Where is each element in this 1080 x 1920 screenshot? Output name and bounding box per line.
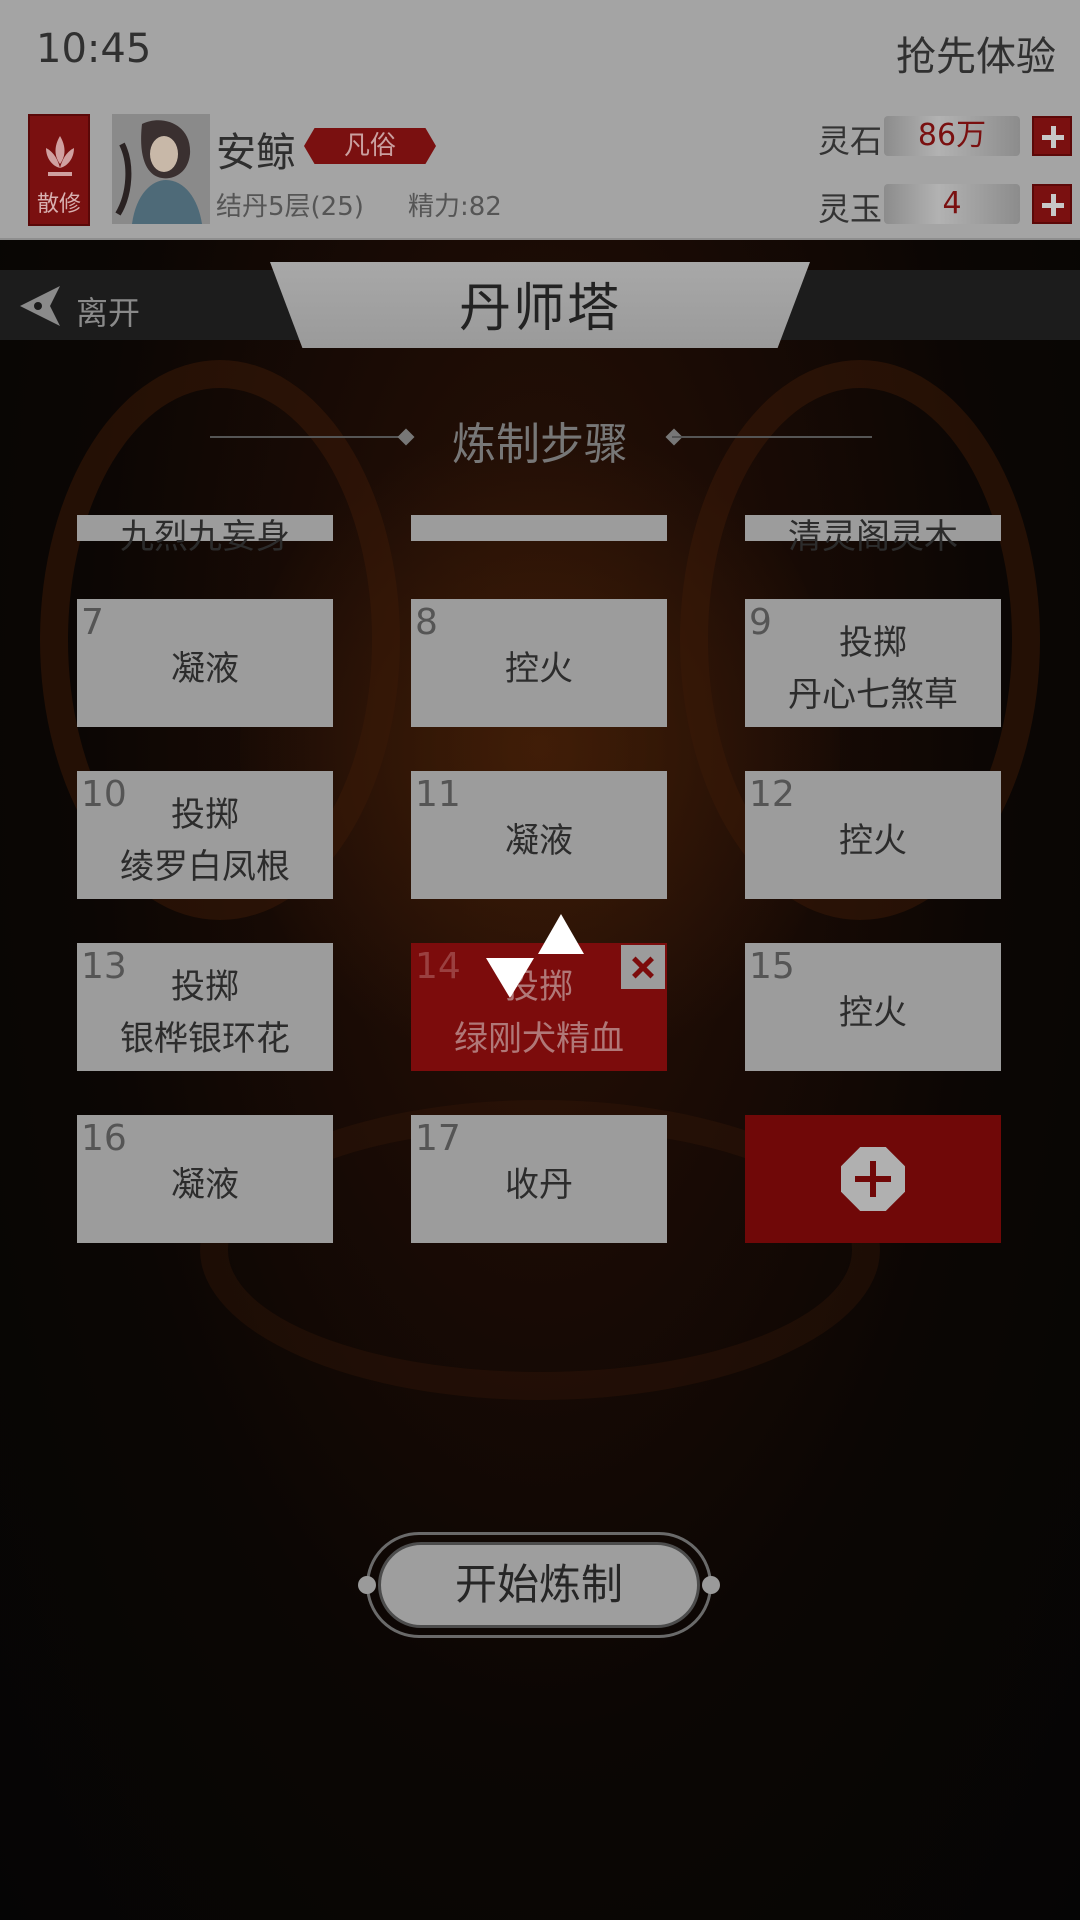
player-name: 安鲸 (216, 130, 296, 176)
step-card[interactable]: 9 投掷 丹心七煞草 (745, 599, 1001, 727)
plus-icon (841, 1147, 905, 1211)
step-action: 投掷 (171, 967, 239, 1007)
frame-knob (358, 1576, 376, 1594)
step-card[interactable]: 13 投掷 银桦银环花 (77, 943, 333, 1071)
step-card[interactable]: 11 凝液 (411, 771, 667, 899)
move-down-arrow-icon[interactable] (484, 956, 536, 1000)
alchemy-screen: 10:45 抢先体验 散修 安鲸 凡俗 结丹5层(25) 精力:82 灵石 86… (0, 0, 1080, 1920)
step-number: 15 (749, 946, 795, 987)
step-action: 凝液 (171, 649, 239, 689)
step-action: 控火 (839, 993, 907, 1033)
step-card[interactable]: 7 凝液 (77, 599, 333, 727)
step-card[interactable] (411, 515, 667, 541)
add-spirit-stone-button[interactable] (1032, 116, 1072, 156)
step-action: 凝液 (171, 1165, 239, 1205)
spirit-stone-value: 86万 (884, 116, 1020, 156)
frame-knob (702, 1576, 720, 1594)
leave-label: 离开 (76, 294, 141, 332)
step-card[interactable]: 16 凝液 (77, 1115, 333, 1243)
character-portrait (112, 114, 210, 224)
back-arrow-icon (20, 286, 60, 326)
remove-step-button[interactable] (619, 943, 667, 991)
spirit-jade-label: 灵玉 (818, 190, 883, 228)
add-spirit-jade-button[interactable] (1032, 184, 1072, 224)
step-number: 16 (81, 1118, 127, 1159)
step-card[interactable]: 15 控火 (745, 943, 1001, 1071)
clock: 10:45 (36, 26, 152, 72)
sect-label: 散修 (36, 192, 81, 217)
step-card[interactable]: 10 投掷 绫罗白凤根 (77, 771, 333, 899)
step-material: 绫罗白凤根 (120, 847, 290, 887)
spirit-stone-label: 灵石 (818, 122, 883, 160)
step-action: 投掷 (171, 795, 239, 835)
step-number: 8 (415, 602, 438, 643)
energy-value: 精力:82 (408, 192, 502, 222)
step-material: 清灵阁灵木 (788, 517, 958, 557)
section-title: 炼制步骤 (452, 419, 628, 470)
rank-tag: 凡俗 (304, 128, 436, 164)
step-number: 11 (415, 774, 461, 815)
page-title: 丹师塔 (458, 279, 621, 339)
step-action: 控火 (839, 821, 907, 861)
avatar[interactable] (112, 114, 210, 224)
divider-left (210, 436, 410, 438)
early-access-label[interactable]: 抢先体验 (896, 24, 1056, 82)
step-card[interactable]: 九烈九妄身 (77, 515, 333, 557)
move-up-arrow-icon[interactable] (536, 912, 586, 956)
step-action: 控火 (505, 649, 573, 689)
leave-button[interactable]: 离开 (16, 276, 156, 336)
step-card[interactable]: 12 控火 (745, 771, 1001, 899)
step-material: 绿刚犬精血 (454, 1019, 624, 1059)
steps-grid[interactable]: 九烈九妄身 清灵阁灵木 7 凝液 8 控火 9 投掷 丹心七煞草 10 投掷 绫… (0, 515, 1080, 1275)
step-number: 7 (81, 602, 104, 643)
status-bar: 10:45 抢先体验 (0, 0, 1080, 100)
sect-badge[interactable]: 散修 (28, 114, 90, 226)
step-material: 丹心七煞草 (788, 675, 958, 715)
spirit-jade-value: 4 (884, 184, 1020, 224)
step-action: 投掷 (839, 623, 907, 663)
step-number: 12 (749, 774, 795, 815)
lotus-icon (46, 136, 74, 176)
step-material: 九烈九妄身 (120, 517, 290, 557)
step-material: 银桦银环花 (120, 1019, 290, 1059)
step-action: 凝液 (505, 821, 573, 861)
step-number: 17 (415, 1118, 461, 1159)
start-refining-button[interactable]: 开始炼制 (378, 1542, 700, 1628)
step-action: 收丹 (505, 1165, 573, 1205)
divider-right (672, 436, 872, 438)
step-card[interactable]: 17 收丹 (411, 1115, 667, 1243)
step-card[interactable]: 清灵阁灵木 (745, 515, 1001, 557)
cultivation-realm: 结丹5层(25) (216, 192, 364, 222)
player-header: 散修 安鲸 凡俗 结丹5层(25) 精力:82 灵石 86万 灵玉 4 (0, 100, 1080, 240)
step-card[interactable]: 8 控火 (411, 599, 667, 727)
add-step-button[interactable] (745, 1115, 1001, 1243)
